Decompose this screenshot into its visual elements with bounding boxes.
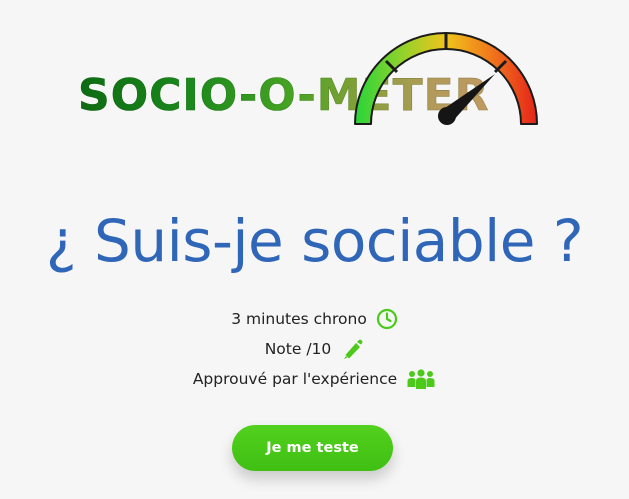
feature-list: 3 minutes chrono Note /10 Approuvé par l… xyxy=(0,304,629,394)
feature-label: Approuvé par l'expérience xyxy=(192,370,398,388)
start-test-button[interactable]: Je me teste xyxy=(232,425,393,471)
socio-o-meter-logo: SOCIO-O-METER xyxy=(0,0,629,140)
feature-approved: Approuvé par l'expérience xyxy=(0,364,629,394)
feature-duration: 3 minutes chrono xyxy=(0,304,629,334)
speedometer-gauge-icon xyxy=(354,32,538,125)
feature-label: Note /10 xyxy=(264,340,332,358)
feature-score: Note /10 xyxy=(0,334,629,364)
feature-label: 3 minutes chrono xyxy=(231,310,367,328)
clock-icon xyxy=(376,308,398,330)
pen-icon xyxy=(340,338,364,360)
page-title: ¿ Suis-je sociable ? xyxy=(45,207,584,275)
users-icon xyxy=(406,368,436,390)
